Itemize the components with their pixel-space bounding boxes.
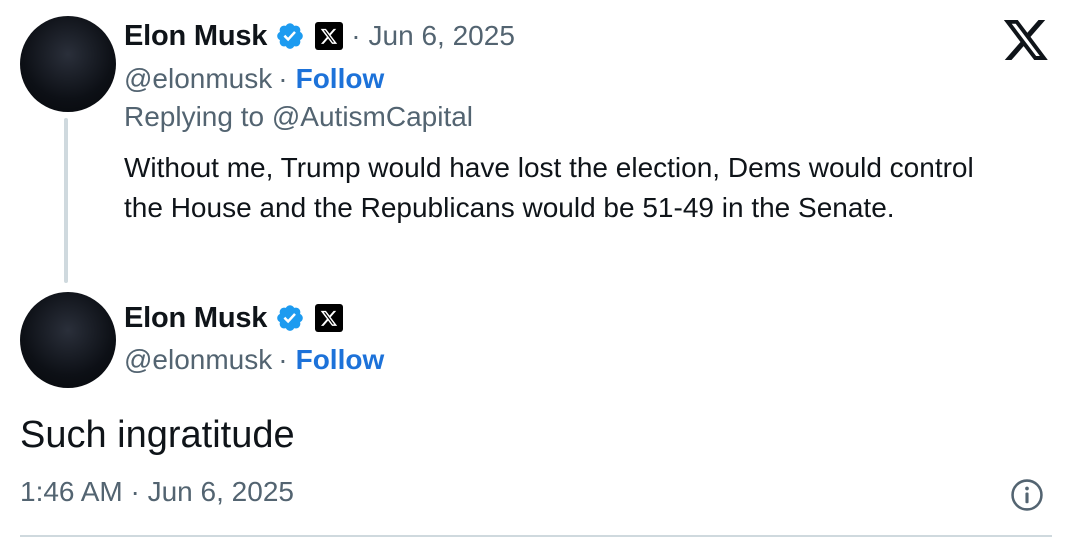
tweet-date[interactable]: Jun 6, 2025 (369, 20, 515, 52)
author-name[interactable]: Elon Musk (124, 20, 267, 53)
handle-separator: · (278, 63, 288, 94)
thread-line (64, 118, 68, 283)
verified-badge-icon (277, 23, 304, 49)
verified-badge-icon (277, 305, 304, 331)
avatar[interactable] (20, 16, 116, 112)
date-separator: · (351, 20, 361, 51)
author-handle[interactable]: @elonmusk (124, 344, 272, 376)
main-tweet-header: Elon Musk (124, 296, 344, 340)
divider (20, 535, 1052, 537)
parent-tweet-text: Without me, Trump would have lost the el… (124, 152, 974, 223)
author-handle[interactable]: @elonmusk (124, 63, 272, 95)
handle-separator: · (278, 344, 288, 375)
tweet-timestamp[interactable]: 1:46 AM · Jun 6, 2025 (20, 476, 294, 508)
author-name[interactable]: Elon Musk (124, 302, 267, 335)
x-logo-icon[interactable] (1002, 18, 1050, 62)
x-affiliate-badge-icon (315, 304, 344, 332)
tweet-text: Such ingratitude (20, 414, 295, 456)
x-affiliate-badge-icon (315, 22, 344, 50)
parent-tweet-header: Elon Musk · Jun 6, 2025 (124, 14, 515, 58)
parent-handle-row: @elonmusk · Follow (124, 59, 384, 99)
follow-button[interactable]: Follow (296, 63, 385, 95)
replying-to[interactable]: Replying to @AutismCapital (124, 101, 473, 133)
follow-button[interactable]: Follow (296, 344, 385, 376)
avatar[interactable] (20, 292, 116, 388)
info-icon[interactable] (1010, 478, 1044, 512)
main-handle-row: @elonmusk · Follow (124, 340, 384, 380)
